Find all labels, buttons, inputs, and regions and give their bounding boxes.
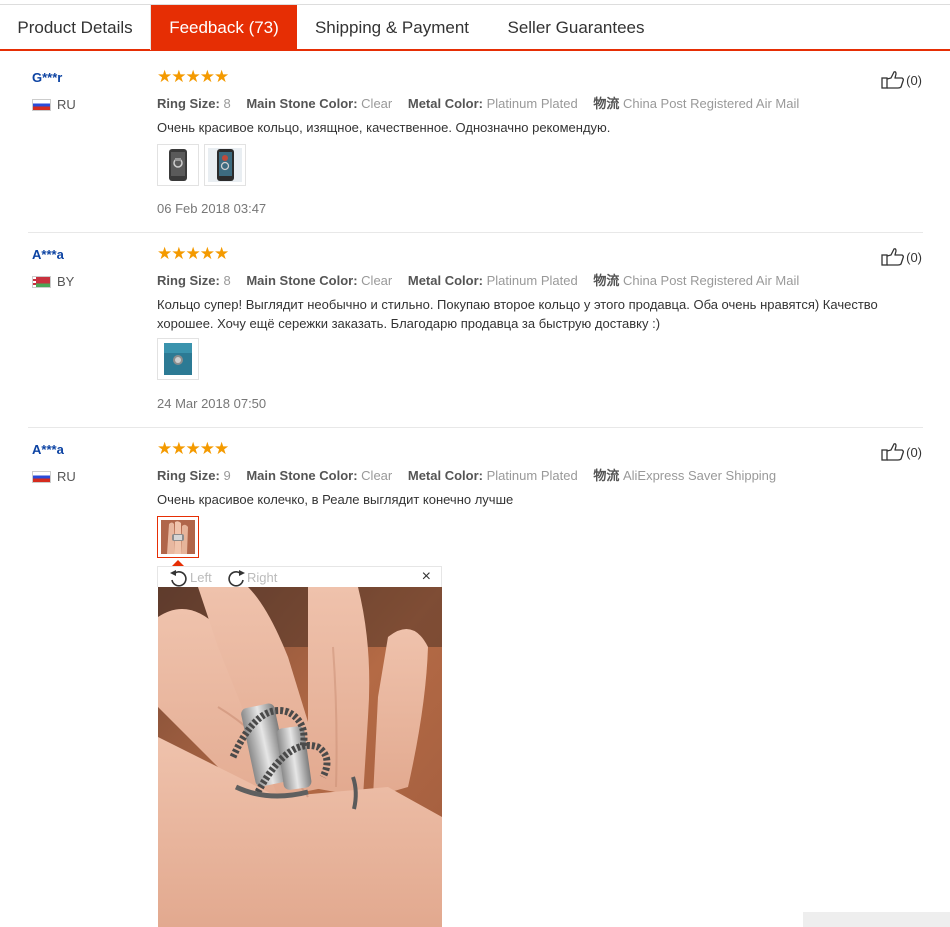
reviewer-country: RU — [32, 469, 76, 484]
review-photo — [161, 520, 195, 554]
enlarged-review-photo — [158, 587, 442, 927]
ring-size-label: Ring Size: — [157, 96, 220, 111]
divider — [28, 427, 923, 428]
stone-color-label: Main Stone Color: — [246, 468, 358, 483]
review-photo — [161, 342, 195, 376]
tab-shipping-payment[interactable]: Shipping & Payment — [297, 5, 487, 50]
reviewer-country: BY — [32, 274, 74, 289]
rotate-left-icon — [170, 569, 187, 587]
reviewer-country: RU — [32, 97, 76, 112]
stone-color-value: Clear — [361, 273, 393, 288]
rotate-right-icon — [228, 569, 245, 587]
review-item: A***a BY ★★★★★ Ring Size: 8 Main Stone C… — [0, 243, 950, 428]
stone-color-label: Main Stone Color: — [246, 96, 358, 111]
logistics-label: 物流 — [593, 468, 620, 483]
metal-color-value: Platinum Plated — [486, 273, 578, 288]
rotate-right-button[interactable]: Right — [225, 567, 277, 588]
stone-color-value: Clear — [361, 468, 393, 483]
order-attributes: Ring Size: 8 Main Stone Color: Clear Met… — [157, 93, 799, 112]
helpful-count: (0) — [906, 444, 922, 460]
ring-size-value: 9 — [223, 468, 231, 483]
rotate-right-label: Right — [247, 570, 278, 585]
ring-size-value: 8 — [223, 273, 231, 288]
shipping-method: AliExpress Saver Shipping — [622, 468, 777, 483]
review-photo — [161, 148, 195, 182]
review-item: A***a RU ★★★★★ Ring Size: 9 Main Stone C… — [0, 438, 950, 927]
metal-color-label: Metal Color: — [407, 273, 483, 288]
bottom-right-overlay — [803, 912, 950, 927]
review-item: G***r RU ★★★★★ Ring Size: 8 Main Stone C… — [0, 66, 950, 233]
review-date: 24 Mar 2018 07:50 — [157, 396, 267, 411]
review-photo-thumbnail-selected[interactable] — [157, 516, 199, 558]
star-rating: ★★★★★ — [157, 67, 229, 86]
tab-bar: Product Details Feedback (73) Shipping &… — [0, 4, 950, 51]
helpful-button[interactable]: (0) — [881, 442, 922, 462]
order-attributes: Ring Size: 8 Main Stone Color: Clear Met… — [157, 270, 799, 289]
flag-ru-icon — [32, 470, 51, 483]
review-photo-thumbnail[interactable] — [157, 338, 199, 380]
metal-color-value: Platinum Plated — [486, 468, 578, 483]
helpful-button[interactable]: (0) — [881, 70, 922, 90]
order-attributes: Ring Size: 9 Main Stone Color: Clear Met… — [157, 465, 776, 484]
tab-feedback[interactable]: Feedback (73) — [151, 5, 297, 50]
thumbs-up-icon — [881, 71, 905, 89]
shipping-method: China Post Registered Air Mail — [622, 96, 800, 111]
tab-seller-guarantees[interactable]: Seller Guarantees — [487, 5, 665, 50]
rotate-left-button[interactable]: Left — [168, 567, 212, 588]
stone-color-value: Clear — [361, 96, 393, 111]
star-rating: ★★★★★ — [157, 244, 229, 263]
review-comment: Очень красивое колечко, в Реале выглядит… — [157, 492, 514, 507]
star-rating: ★★★★★ — [157, 439, 229, 458]
divider — [28, 232, 923, 233]
helpful-count: (0) — [906, 72, 922, 88]
rotate-left-label: Left — [190, 570, 212, 585]
thumbs-up-icon — [881, 248, 905, 266]
country-code: RU — [57, 97, 76, 112]
ring-size-label: Ring Size: — [157, 468, 220, 483]
logistics-label: 物流 — [593, 96, 620, 111]
reviewer-name: G***r — [32, 70, 63, 85]
review-photo — [208, 148, 242, 182]
tab-product-details[interactable]: Product Details — [0, 5, 151, 50]
flag-ru-icon — [32, 98, 51, 111]
thumbs-up-icon — [881, 443, 905, 461]
photo-viewer: Left Right × — [157, 560, 442, 927]
metal-color-label: Metal Color: — [407, 96, 483, 111]
close-viewer-button[interactable]: × — [422, 568, 431, 586]
ring-size-value: 8 — [223, 96, 231, 111]
review-photo-thumbnail[interactable] — [204, 144, 246, 186]
country-code: RU — [57, 469, 76, 484]
reviewer-name: A***a — [32, 247, 64, 262]
viewer-toolbar: Left Right × — [157, 566, 442, 587]
review-date: 06 Feb 2018 03:47 — [157, 201, 267, 216]
metal-color-value: Platinum Plated — [486, 96, 578, 111]
shipping-method: China Post Registered Air Mail — [622, 273, 800, 288]
review-comment: Кольцо супер! Выглядит необычно и стильн… — [157, 297, 878, 331]
helpful-count: (0) — [906, 249, 922, 265]
review-comment: Очень красивое кольцо, изящное, качестве… — [157, 120, 611, 135]
logistics-label: 物流 — [593, 273, 620, 288]
ring-size-label: Ring Size: — [157, 273, 220, 288]
helpful-button[interactable]: (0) — [881, 247, 922, 267]
country-code: BY — [57, 274, 75, 289]
review-photo-thumbnail[interactable] — [157, 144, 199, 186]
stone-color-label: Main Stone Color: — [246, 273, 358, 288]
flag-by-icon — [32, 275, 51, 288]
reviewer-name: A***a — [32, 442, 64, 457]
metal-color-label: Metal Color: — [407, 468, 483, 483]
